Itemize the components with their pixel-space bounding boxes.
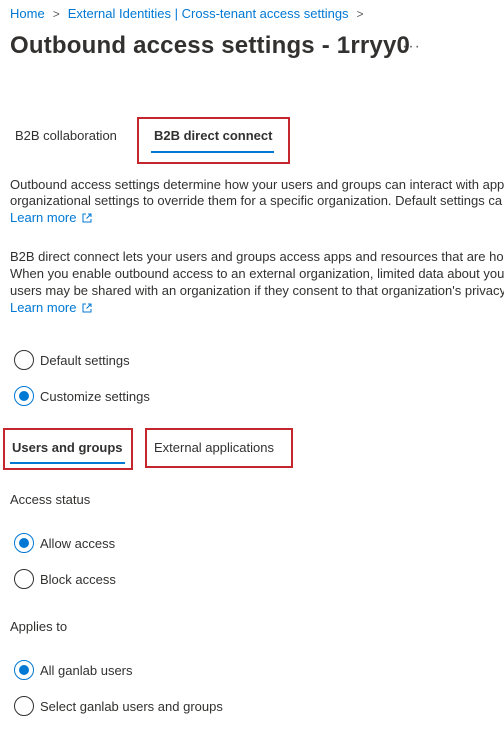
- radio-button-checked[interactable]: [14, 386, 34, 406]
- breadcrumb: Home > External Identities | Cross-tenan…: [10, 6, 372, 21]
- radio-button[interactable]: [14, 569, 34, 589]
- direct-connect-text-line-3: users may be shared with an organization…: [10, 283, 504, 298]
- external-link-icon: [82, 213, 92, 222]
- radio-select-ganlab-users-and-groups[interactable]: Select ganlab users and groups: [14, 696, 223, 716]
- radio-label: Customize settings: [40, 388, 150, 404]
- learn-more-label: Learn more: [10, 210, 77, 225]
- direct-connect-text-line-1: B2B direct connect lets your users and g…: [10, 249, 504, 264]
- radio-label: Block access: [40, 571, 116, 587]
- radio-button-checked[interactable]: [14, 533, 34, 553]
- chevron-right-icon: >: [52, 6, 60, 21]
- radio-customize-settings[interactable]: Customize settings: [14, 386, 150, 406]
- radio-label: Allow access: [40, 535, 116, 551]
- external-link-icon: [82, 303, 92, 312]
- intro-learn-more-link[interactable]: Learn more: [10, 210, 92, 225]
- highlight-box-external-applications: [145, 428, 293, 468]
- radio-button[interactable]: [14, 696, 34, 716]
- learn-more-label: Learn more: [10, 300, 77, 315]
- breadcrumb-external-identities-link[interactable]: External Identities | Cross-tenant acces…: [68, 6, 349, 21]
- radio-label: All ganlab users: [40, 662, 133, 678]
- radio-button[interactable]: [14, 350, 34, 370]
- radio-label: Select ganlab users and groups: [40, 698, 223, 714]
- radio-button-checked[interactable]: [14, 660, 34, 680]
- more-options-icon[interactable]: ···: [402, 38, 421, 56]
- radio-all-ganlab-users[interactable]: All ganlab users: [14, 660, 133, 680]
- highlight-box-users-and-groups: [3, 428, 133, 470]
- intro-text-line-2: organizational settings to override them…: [10, 193, 503, 208]
- radio-allow-access[interactable]: Allow access: [14, 533, 115, 553]
- highlight-box-b2b-direct-connect: [137, 117, 290, 164]
- radio-block-access[interactable]: Block access: [14, 569, 116, 589]
- page-title: Outbound access settings - 1rryy0: [10, 32, 411, 59]
- access-status-label: Access status: [10, 492, 91, 507]
- chevron-right-icon: >: [356, 6, 364, 21]
- tab-b2b-collaboration[interactable]: B2B collaboration: [15, 128, 117, 143]
- applies-to-label: Applies to: [10, 619, 68, 634]
- direct-connect-text-line-2: When you enable outbound access to an ex…: [10, 266, 504, 281]
- radio-label: Default settings: [40, 352, 130, 368]
- breadcrumb-home-link[interactable]: Home: [10, 6, 45, 21]
- radio-default-settings[interactable]: Default settings: [14, 350, 130, 370]
- direct-connect-learn-more-link[interactable]: Learn more: [10, 300, 92, 315]
